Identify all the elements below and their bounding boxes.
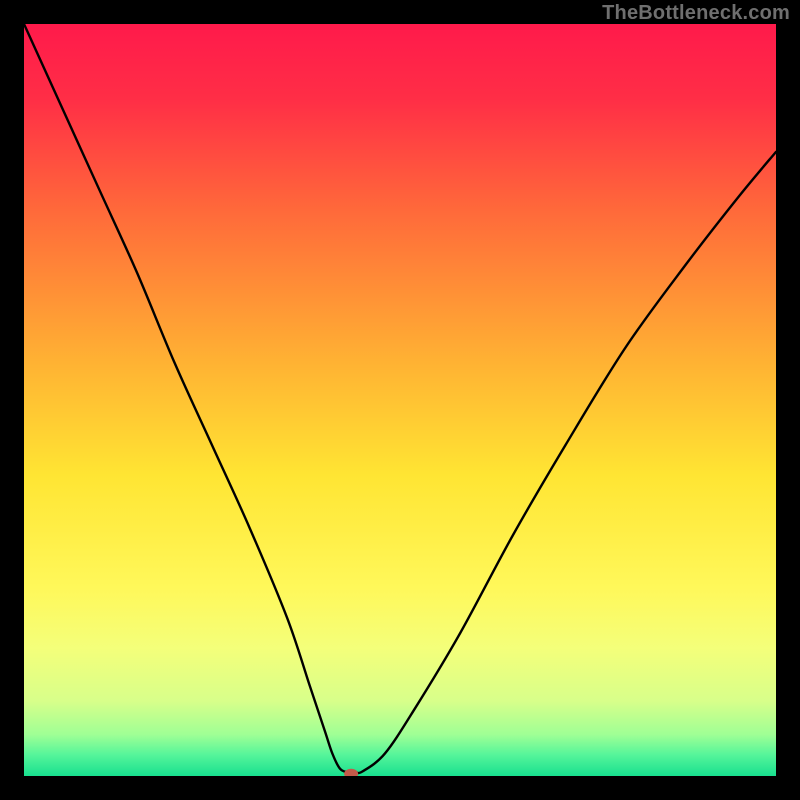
- chart-svg: [24, 24, 776, 776]
- gradient-background: [24, 24, 776, 776]
- chart-frame: TheBottleneck.com: [0, 0, 800, 800]
- watermark-text: TheBottleneck.com: [602, 2, 790, 25]
- plot-area: [24, 24, 776, 776]
